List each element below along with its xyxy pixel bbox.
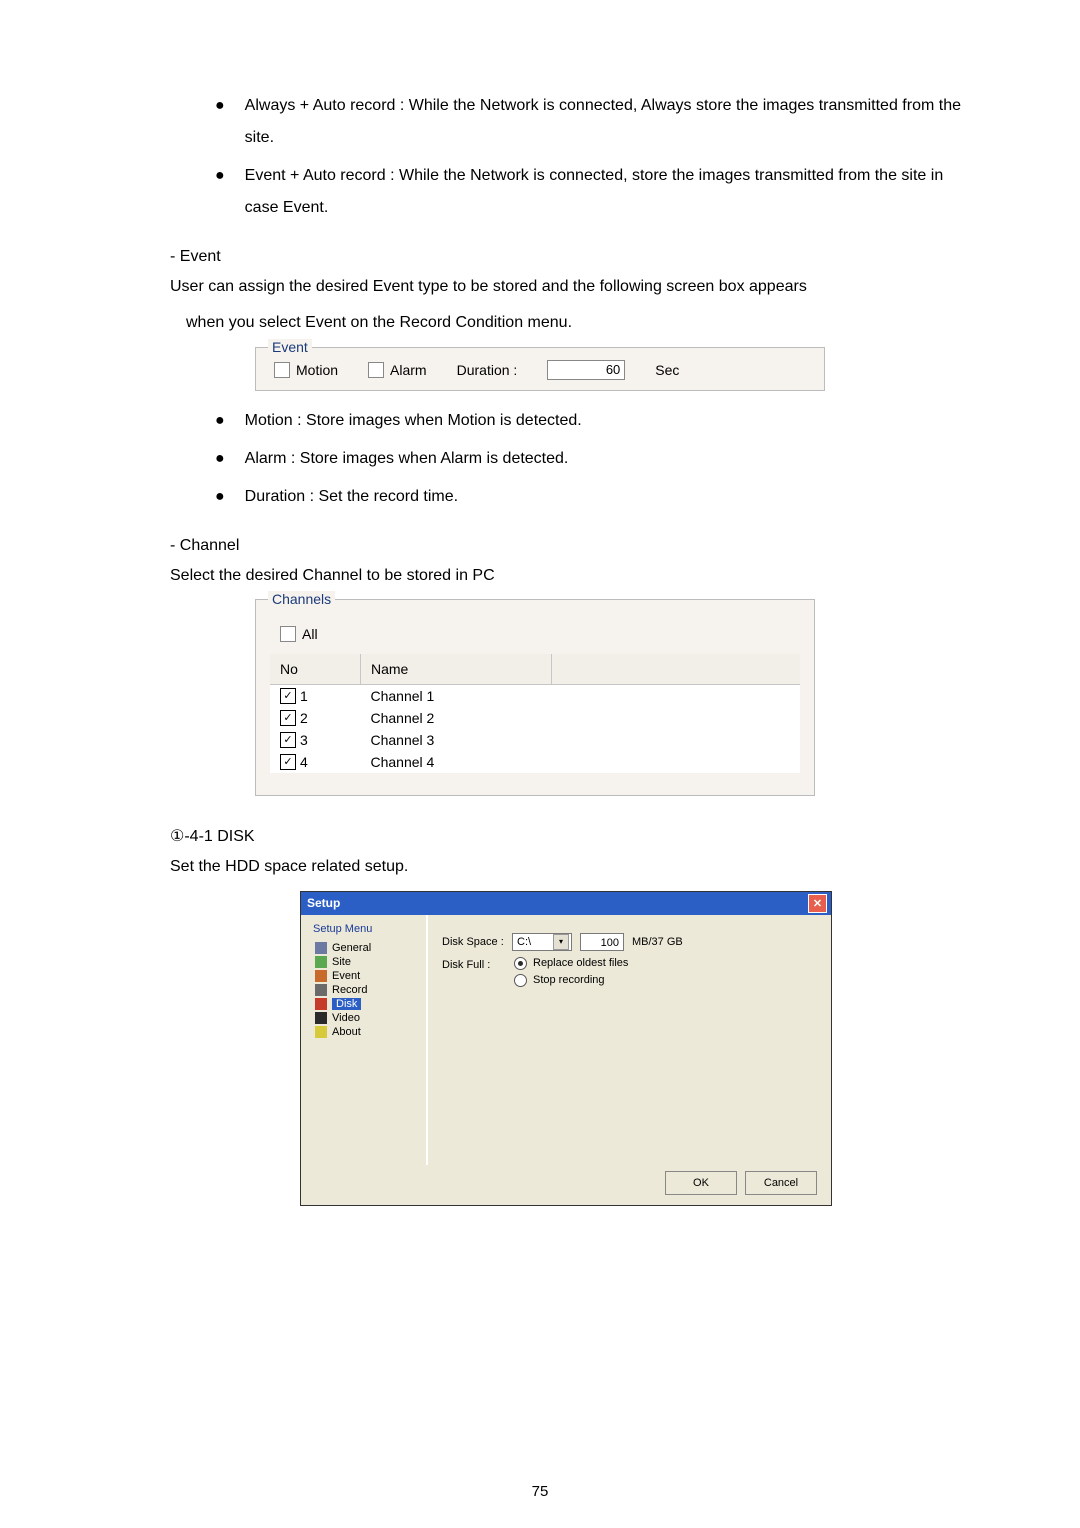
checkbox-checked-icon: ✓ bbox=[280, 732, 296, 748]
sidebar-item-video[interactable]: Video bbox=[309, 1011, 418, 1025]
drive-select[interactable]: C:\ ▾ bbox=[512, 933, 572, 951]
dialog-title: Setup bbox=[307, 896, 340, 910]
event-icon bbox=[315, 970, 327, 982]
heading-event: - Event bbox=[170, 248, 980, 266]
body-text: Set the HDD space related setup. bbox=[170, 852, 980, 882]
cell-no: 3 bbox=[300, 732, 308, 748]
heading-channel: - Channel bbox=[170, 537, 980, 555]
checkbox-checked-icon: ✓ bbox=[280, 688, 296, 704]
radio-label: Replace oldest files bbox=[533, 957, 628, 969]
table-row[interactable]: ✓1 Channel 1 bbox=[270, 685, 800, 708]
body-text: Duration : Set the record time. bbox=[245, 481, 980, 513]
body-text: Alarm : Store images when Alarm is detec… bbox=[245, 443, 980, 475]
disk-panel: Disk Space : C:\ ▾ 100 MB/37 GB Disk Ful… bbox=[426, 915, 831, 1165]
group-legend: Channels bbox=[268, 591, 335, 607]
checkbox-icon bbox=[280, 626, 296, 642]
alarm-checkbox[interactable]: Alarm bbox=[368, 362, 427, 378]
event-groupbox: Event Motion Alarm Duration : 60 Sec bbox=[255, 347, 825, 391]
cell-no: 1 bbox=[300, 688, 308, 704]
motion-checkbox[interactable]: Motion bbox=[274, 362, 338, 378]
setup-dialog: Setup ✕ Setup Menu General Site Event Re… bbox=[300, 891, 832, 1206]
bullet-icon: ● bbox=[215, 443, 225, 475]
drive-value: C:\ bbox=[517, 936, 531, 948]
checkbox-label: Alarm bbox=[390, 362, 427, 378]
table-row[interactable]: ✓4 Channel 4 bbox=[270, 751, 800, 773]
record-icon bbox=[315, 984, 327, 996]
body-text: Motion : Store images when Motion is det… bbox=[245, 405, 980, 437]
body-text: when you select Event on the Record Cond… bbox=[186, 308, 980, 338]
checkbox-checked-icon: ✓ bbox=[280, 710, 296, 726]
duration-label: Duration : bbox=[457, 362, 518, 378]
channels-groupbox: Channels All No Name ✓1 Channel 1 ✓2 bbox=[255, 599, 815, 796]
radio-icon bbox=[514, 957, 527, 970]
sidebar-item-label: Record bbox=[332, 984, 367, 996]
about-icon bbox=[315, 1026, 327, 1038]
chevron-down-icon: ▾ bbox=[553, 934, 569, 950]
cell-name: Channel 2 bbox=[361, 707, 552, 729]
checkbox-icon bbox=[274, 362, 290, 378]
video-icon bbox=[315, 1012, 327, 1024]
cell-name: Channel 4 bbox=[361, 751, 552, 773]
col-name: Name bbox=[361, 654, 552, 685]
bullet-icon: ● bbox=[215, 481, 225, 513]
sidebar-item-label: Event bbox=[332, 970, 360, 982]
disk-space-input[interactable]: 100 bbox=[580, 933, 624, 951]
page-number: 75 bbox=[0, 1483, 1080, 1500]
sidebar-heading: Setup Menu bbox=[309, 923, 418, 935]
cell-name: Channel 3 bbox=[361, 729, 552, 751]
checkbox-label: All bbox=[302, 626, 318, 642]
setup-sidebar: Setup Menu General Site Event Record Dis… bbox=[301, 915, 426, 1165]
cell-no: 2 bbox=[300, 710, 308, 726]
close-button[interactable]: ✕ bbox=[808, 894, 827, 913]
all-checkbox[interactable]: All bbox=[280, 626, 318, 642]
radio-icon bbox=[514, 974, 527, 987]
ok-button[interactable]: OK bbox=[665, 1171, 737, 1195]
col-no: No bbox=[270, 654, 361, 685]
sidebar-item-label: Disk bbox=[332, 998, 361, 1010]
bullet-icon: ● bbox=[215, 90, 225, 154]
body-text: Always + Auto record : While the Network… bbox=[245, 90, 980, 154]
general-icon bbox=[315, 942, 327, 954]
radio-stop[interactable]: Stop recording bbox=[514, 974, 817, 987]
sidebar-item-about[interactable]: About bbox=[309, 1025, 418, 1039]
sidebar-item-label: About bbox=[332, 1026, 361, 1038]
bullet-icon: ● bbox=[215, 405, 225, 437]
disk-icon bbox=[315, 998, 327, 1010]
cell-name: Channel 1 bbox=[361, 685, 552, 708]
sidebar-item-record[interactable]: Record bbox=[309, 983, 418, 997]
duration-input[interactable]: 60 bbox=[547, 360, 625, 380]
checkbox-label: Motion bbox=[296, 362, 338, 378]
sidebar-item-disk[interactable]: Disk bbox=[309, 997, 418, 1011]
channels-table: No Name ✓1 Channel 1 ✓2 Channel 2 ✓3 Cha… bbox=[270, 654, 800, 773]
table-row[interactable]: ✓3 Channel 3 bbox=[270, 729, 800, 751]
sidebar-item-label: Video bbox=[332, 1012, 360, 1024]
sidebar-item-site[interactable]: Site bbox=[309, 955, 418, 969]
checkbox-icon bbox=[368, 362, 384, 378]
sidebar-item-event[interactable]: Event bbox=[309, 969, 418, 983]
disk-full-label: Disk Full : bbox=[442, 959, 504, 971]
checkbox-checked-icon: ✓ bbox=[280, 754, 296, 770]
disk-space-unit: MB/37 GB bbox=[632, 936, 683, 948]
body-text: Select the desired Channel to be stored … bbox=[170, 561, 980, 591]
sidebar-item-label: Site bbox=[332, 956, 351, 968]
bullet-icon: ● bbox=[215, 160, 225, 224]
heading-disk: ①-4-1 DISK bbox=[170, 826, 980, 846]
group-legend: Event bbox=[268, 339, 312, 355]
sidebar-item-general[interactable]: General bbox=[309, 941, 418, 955]
duration-unit: Sec bbox=[655, 362, 679, 378]
table-row[interactable]: ✓2 Channel 2 bbox=[270, 707, 800, 729]
disk-space-label: Disk Space : bbox=[442, 936, 504, 948]
radio-replace[interactable]: Replace oldest files bbox=[514, 957, 817, 970]
cancel-button[interactable]: Cancel bbox=[745, 1171, 817, 1195]
radio-label: Stop recording bbox=[533, 974, 605, 986]
sidebar-item-label: General bbox=[332, 942, 371, 954]
body-text: User can assign the desired Event type t… bbox=[170, 272, 980, 302]
body-text: Event + Auto record : While the Network … bbox=[245, 160, 980, 224]
site-icon bbox=[315, 956, 327, 968]
cell-no: 4 bbox=[300, 754, 308, 770]
